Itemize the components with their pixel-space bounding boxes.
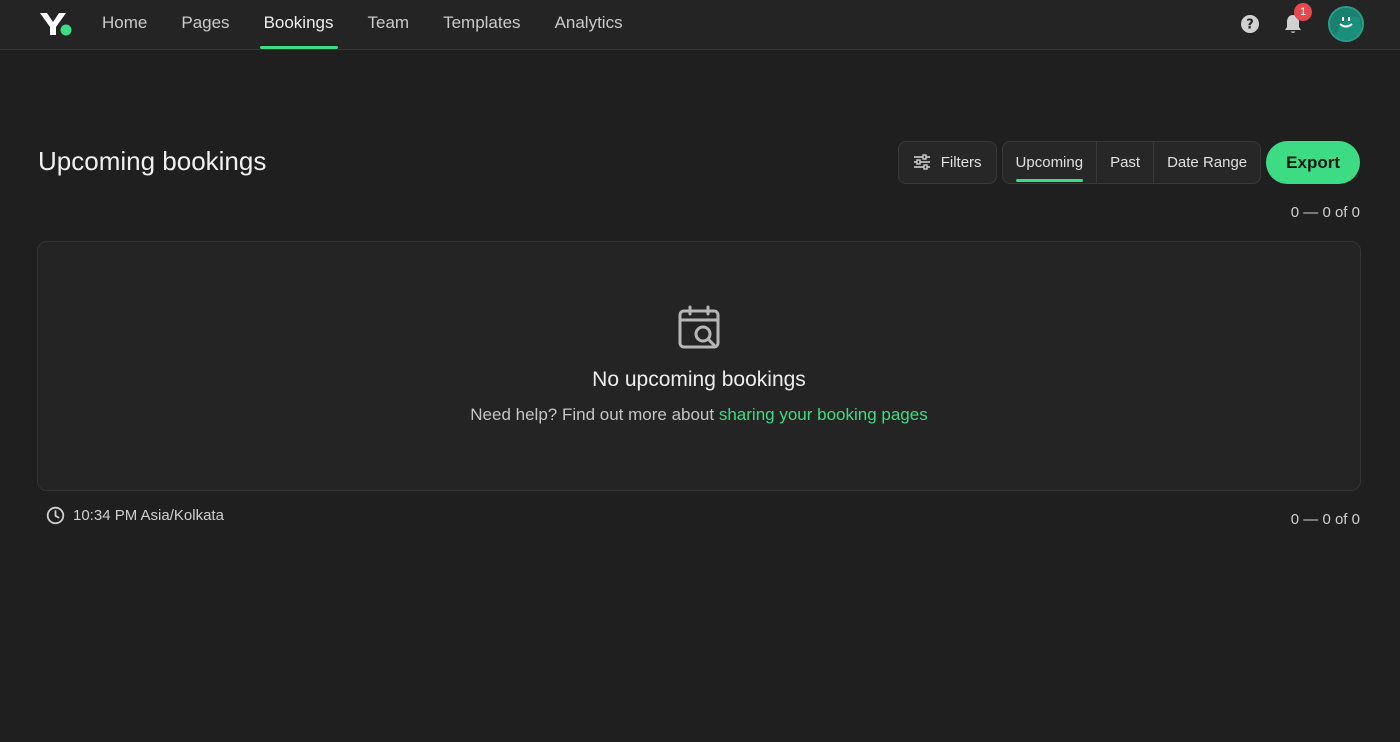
sliders-icon bbox=[913, 154, 930, 170]
help-icon[interactable]: ? bbox=[1240, 14, 1260, 34]
export-button[interactable]: Export bbox=[1266, 140, 1360, 184]
timezone-indicator: 10:34 PM Asia/Kolkata bbox=[46, 506, 224, 525]
empty-state-help: Need help? Find out more about sharing y… bbox=[38, 405, 1360, 425]
header-actions: ? 1 bbox=[1240, 3, 1364, 42]
pagination-count-top: 0 — 0 of 0 bbox=[1290, 204, 1360, 221]
clock-icon bbox=[46, 506, 65, 525]
empty-state-title: No upcoming bookings bbox=[592, 368, 806, 391]
nav-pages[interactable]: Pages bbox=[181, 0, 229, 50]
nav-team[interactable]: Team bbox=[368, 0, 410, 50]
empty-state-card: No upcoming bookings Need help? Find out… bbox=[37, 241, 1361, 491]
filters-label: Filters bbox=[940, 153, 982, 171]
pagination-count-bottom: 0 — 0 of 0 bbox=[1290, 511, 1360, 528]
avatar[interactable] bbox=[1328, 6, 1364, 42]
timezone-label: 10:34 PM Asia/Kolkata bbox=[73, 507, 224, 524]
nav-home[interactable]: Home bbox=[102, 0, 147, 50]
svg-text:?: ? bbox=[1246, 18, 1254, 33]
tab-past[interactable]: Past bbox=[1097, 141, 1155, 183]
page-title: Upcoming bookings bbox=[38, 146, 267, 176]
nav-templates[interactable]: Templates bbox=[443, 0, 520, 50]
calendar-search-icon bbox=[676, 304, 724, 352]
tab-upcoming[interactable]: Upcoming bbox=[1003, 141, 1098, 183]
booking-period-tabs: Upcoming Past Date Range bbox=[1001, 140, 1262, 184]
app-logo[interactable] bbox=[38, 10, 74, 38]
main-nav: Home Pages Bookings Team Templates Analy… bbox=[102, 0, 657, 50]
tab-date-range[interactable]: Date Range bbox=[1154, 142, 1260, 183]
nav-bookings[interactable]: Bookings bbox=[259, 0, 338, 50]
notification-badge: 1 bbox=[1294, 3, 1312, 21]
notifications-button[interactable]: 1 bbox=[1282, 3, 1312, 35]
nav-analytics[interactable]: Analytics bbox=[555, 0, 623, 50]
help-text: Need help? Find out more about bbox=[470, 405, 719, 424]
top-navigation-bar: Home Pages Bookings Team Templates Analy… bbox=[0, 0, 1400, 50]
filters-button[interactable]: Filters bbox=[897, 140, 997, 184]
bookings-toolbar: Filters Upcoming Past Date Range Export bbox=[897, 140, 1360, 184]
sharing-booking-pages-link[interactable]: sharing your booking pages bbox=[719, 405, 928, 424]
